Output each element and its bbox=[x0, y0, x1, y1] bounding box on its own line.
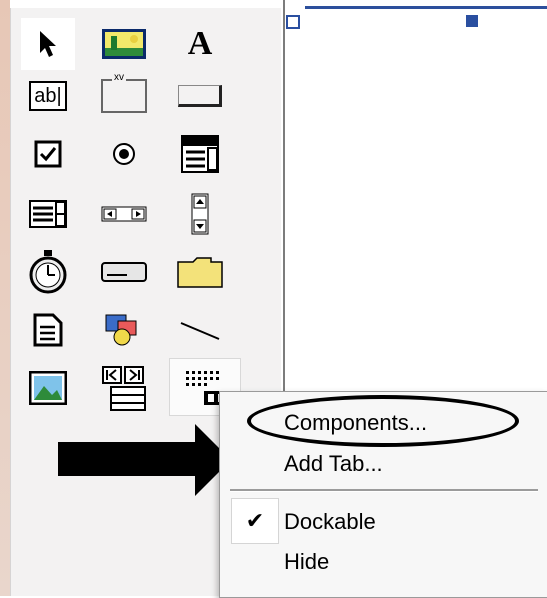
textbox-icon: ab| bbox=[29, 81, 67, 111]
menu-item-add-tab-label: Add Tab... bbox=[284, 451, 383, 476]
dirlistbox-tool[interactable] bbox=[173, 246, 227, 298]
line-tool[interactable] bbox=[173, 304, 227, 356]
button-icon bbox=[178, 85, 222, 107]
dockable-checkmark: ✔ bbox=[231, 498, 279, 544]
folder-icon bbox=[177, 257, 223, 288]
data-control-icon bbox=[102, 366, 146, 411]
vscroll-icon bbox=[191, 193, 209, 235]
stopwatch-icon bbox=[29, 250, 67, 294]
pointer-tool[interactable] bbox=[21, 18, 75, 70]
menu-item-add-tab[interactable]: Add Tab... bbox=[284, 451, 383, 477]
radio-icon bbox=[113, 143, 135, 165]
hscrollbar-tool[interactable] bbox=[97, 188, 151, 240]
timer-tool[interactable] bbox=[21, 246, 75, 298]
window-edge bbox=[0, 0, 10, 596]
filelistbox-tool[interactable] bbox=[21, 304, 75, 356]
check-icon: ✔ bbox=[245, 508, 265, 533]
optionbutton-tool[interactable] bbox=[97, 128, 151, 180]
combobox-tool[interactable] bbox=[173, 128, 227, 180]
menu-item-hide-label: Hide bbox=[284, 549, 330, 574]
line-icon bbox=[180, 322, 220, 340]
data-tool[interactable] bbox=[97, 362, 151, 414]
menu-separator bbox=[230, 489, 538, 492]
label-a-icon: A bbox=[187, 25, 213, 62]
frame-icon-caption: xv bbox=[112, 72, 126, 83]
textbox-tool[interactable]: ab| bbox=[21, 70, 75, 122]
shapes-icon bbox=[105, 314, 137, 346]
frame-icon: xv bbox=[101, 72, 147, 113]
resize-handle-top-left[interactable] bbox=[286, 15, 300, 29]
listbox-icon bbox=[29, 200, 67, 228]
highlight-circle bbox=[247, 395, 519, 447]
checkbox-tool[interactable] bbox=[21, 128, 75, 180]
arrow-pointer-icon bbox=[40, 31, 56, 57]
checkbox-icon bbox=[34, 140, 62, 168]
frame-tool[interactable]: xv bbox=[97, 70, 151, 122]
combobox-icon bbox=[181, 135, 219, 173]
menu-item-hide[interactable]: Hide bbox=[284, 549, 329, 575]
image-icon bbox=[29, 371, 67, 405]
drive-icon bbox=[101, 262, 147, 282]
vscrollbar-tool[interactable] bbox=[173, 188, 227, 240]
resize-handle-top-middle[interactable] bbox=[466, 15, 478, 27]
picture-icon bbox=[102, 29, 146, 59]
commandbutton-tool[interactable] bbox=[173, 70, 227, 122]
form-top-border bbox=[305, 6, 547, 9]
hscroll-icon bbox=[101, 206, 147, 222]
label-tool[interactable]: A bbox=[173, 18, 227, 70]
textbox-icon-text: ab| bbox=[34, 85, 62, 107]
shape-tool[interactable] bbox=[97, 304, 151, 356]
image-tool[interactable] bbox=[21, 362, 75, 414]
menu-item-dockable-label: Dockable bbox=[284, 509, 376, 534]
listbox-tool[interactable] bbox=[21, 188, 75, 240]
file-icon bbox=[33, 313, 63, 347]
drivelistbox-tool[interactable] bbox=[97, 246, 151, 298]
picturebox-tool[interactable] bbox=[97, 18, 151, 70]
annotation-arrow bbox=[58, 442, 208, 476]
menu-item-dockable[interactable]: Dockable bbox=[284, 509, 376, 535]
